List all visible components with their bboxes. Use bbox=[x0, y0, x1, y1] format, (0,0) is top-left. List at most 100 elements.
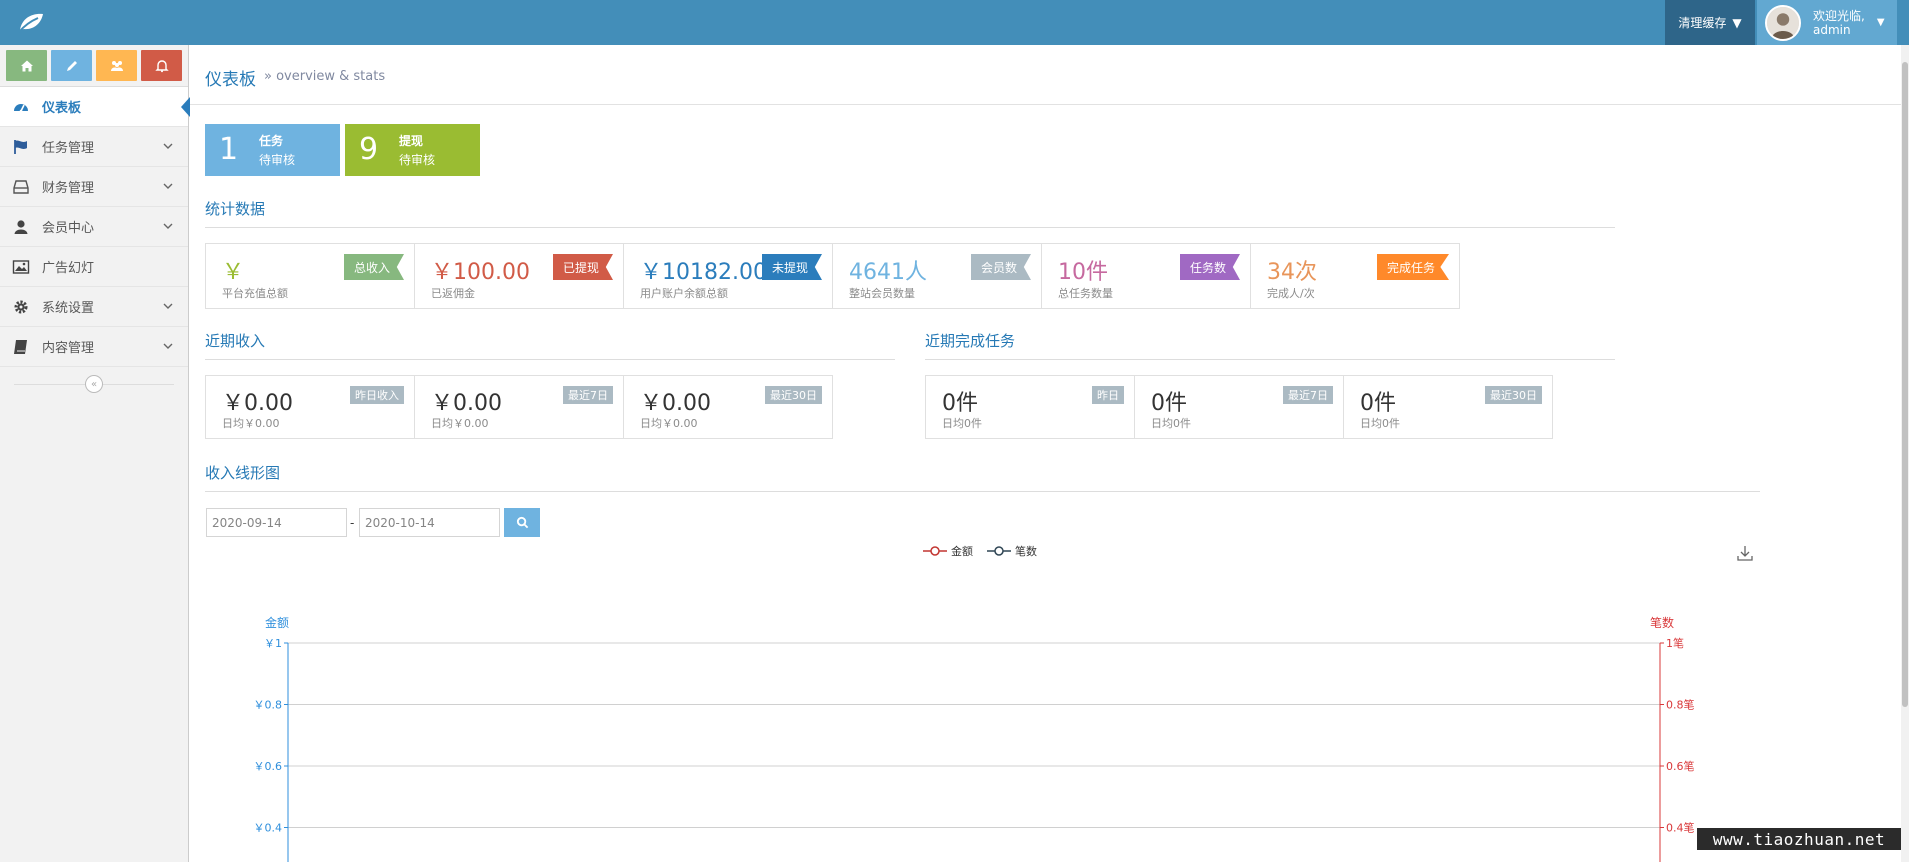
picture-icon bbox=[12, 258, 30, 276]
group-shortcut-button[interactable] bbox=[96, 50, 137, 81]
bell-icon bbox=[154, 59, 169, 72]
main-content: 仪表板 » overview & stats 1 任务 待审核 9 提现 待审核… bbox=[190, 45, 1901, 862]
home-shortcut-button[interactable] bbox=[6, 50, 47, 81]
y-axis-label-right: 笔数 bbox=[1650, 615, 1674, 630]
home-icon bbox=[20, 60, 33, 71]
sidebar-item-label: 仪表板 bbox=[42, 101, 82, 116]
stat-tag: 总收入 bbox=[343, 254, 404, 280]
income-section-title: 近期收入 bbox=[205, 330, 895, 360]
pending-label: 任务 bbox=[259, 134, 284, 148]
task-value: 0件 bbox=[1360, 391, 1396, 416]
income-caption: 日均￥0.00 bbox=[640, 417, 698, 430]
income-box-30days: ￥0.00 日均￥0.00 最近30日 bbox=[623, 375, 833, 439]
sidebar-item-dashboard[interactable]: 仪表板 bbox=[0, 87, 190, 127]
tasks-section-title: 近期完成任务 bbox=[925, 330, 1615, 360]
pending-withdraw-box[interactable]: 9 提现 待审核 bbox=[345, 124, 480, 176]
income-badge: 最近30日 bbox=[765, 386, 822, 404]
stat-box-not-withdrawn: ￥10182.00 用户账户余额总额 未提现 bbox=[623, 243, 833, 309]
clear-cache-menu[interactable]: 清理缓存 ▼ bbox=[1665, 0, 1755, 45]
stat-value: 4641人 bbox=[849, 260, 927, 285]
sidebar-item-system-settings[interactable]: 系统设置 bbox=[0, 287, 188, 327]
bell-shortcut-button[interactable] bbox=[141, 50, 182, 81]
page-subtitle: » overview & stats bbox=[264, 69, 386, 84]
income-value: ￥0.00 bbox=[431, 391, 502, 416]
sidebar-item-label: 会员中心 bbox=[42, 221, 95, 236]
leaf-icon[interactable] bbox=[16, 10, 46, 34]
vertical-scrollbar-thumb[interactable] bbox=[1902, 62, 1908, 707]
y-tick-label-left: ￥0.4 bbox=[254, 822, 283, 835]
chevron-down-icon bbox=[163, 183, 173, 189]
income-value: ￥0.00 bbox=[640, 391, 711, 416]
chevron-down-icon bbox=[163, 143, 173, 149]
stat-value: ￥100.00 bbox=[431, 260, 530, 285]
page-header: 仪表板 » overview & stats bbox=[190, 45, 1901, 105]
stat-box-members: 4641人 整站会员数量 会员数 bbox=[832, 243, 1042, 309]
pending-label: 提现 bbox=[399, 134, 424, 148]
y-tick-label-right: 0.4笔 bbox=[1666, 821, 1695, 835]
pencil-shortcut-button[interactable] bbox=[51, 50, 92, 81]
pencil-icon bbox=[66, 60, 77, 71]
user-menu[interactable]: 欢迎光临, admin ▼ bbox=[1757, 0, 1897, 45]
date-separator: - bbox=[350, 516, 355, 530]
sidebar-item-label: 财务管理 bbox=[42, 181, 95, 196]
sidebar-item-finance-management[interactable]: 财务管理 bbox=[0, 167, 188, 207]
legend-item-amount[interactable]: 金额 bbox=[923, 543, 973, 559]
stats-boxes: ￥ 平台充值总额 总收入 ￥100.00 已返佣金 已提现 ￥10182.00 … bbox=[205, 243, 1460, 309]
task-caption: 日均0件 bbox=[1151, 417, 1191, 430]
search-button[interactable] bbox=[504, 508, 540, 537]
legend-line-marker-icon bbox=[923, 546, 947, 556]
task-badge: 昨日 bbox=[1092, 386, 1124, 404]
income-caption: 日均￥0.00 bbox=[431, 417, 489, 430]
stat-tag: 任务数 bbox=[1179, 254, 1240, 280]
sidebar-collapse-row: « bbox=[0, 367, 188, 401]
sidebar-item-label: 任务管理 bbox=[42, 141, 95, 156]
task-value: 0件 bbox=[1151, 391, 1187, 416]
sidebar-item-task-management[interactable]: 任务管理 bbox=[0, 127, 188, 167]
legend-item-count[interactable]: 笔数 bbox=[987, 543, 1037, 559]
task-caption: 日均0件 bbox=[1360, 417, 1400, 430]
income-line-chart: 金额 笔数 ￥11笔￥0.80.8笔￥0.60.6笔￥0.40.4笔￥0.20.… bbox=[254, 615, 1695, 862]
sidebar: 仪表板 任务管理 财务管理 会员中心 广告幻灯 系统设置 内容管理 « bbox=[0, 45, 190, 862]
caret-down-icon: ▼ bbox=[1732, 15, 1742, 30]
pending-status: 待审核 bbox=[399, 153, 436, 167]
sidebar-item-ad-slides[interactable]: 广告幻灯 bbox=[0, 247, 188, 287]
income-box-7days: ￥0.00 日均￥0.00 最近7日 bbox=[414, 375, 624, 439]
double-angle-left-icon[interactable]: « bbox=[85, 375, 103, 393]
y-tick-label-right: 1笔 bbox=[1666, 636, 1684, 650]
stat-value: 34次 bbox=[1267, 260, 1317, 285]
task-value: 0件 bbox=[942, 391, 978, 416]
start-date-input[interactable]: 2020-09-14 bbox=[206, 508, 347, 537]
stat-value: ￥ bbox=[222, 260, 245, 285]
stat-box-completed: 34次 完成人/次 完成任务 bbox=[1250, 243, 1460, 309]
sidebar-item-member-center[interactable]: 会员中心 bbox=[0, 207, 188, 247]
task-caption: 日均0件 bbox=[942, 417, 982, 430]
pending-status: 待审核 bbox=[259, 153, 296, 167]
stat-tag: 未提现 bbox=[761, 254, 822, 280]
caret-down-icon: ▼ bbox=[1876, 17, 1885, 28]
chevron-down-icon bbox=[163, 303, 173, 309]
search-icon bbox=[516, 516, 528, 529]
end-date-input[interactable]: 2020-10-14 bbox=[359, 508, 500, 537]
stat-caption: 已返佣金 bbox=[431, 287, 475, 300]
username: admin bbox=[1813, 22, 1851, 37]
watermark: www.tiaozhuan.net bbox=[1697, 828, 1901, 850]
income-boxes: ￥0.00 日均￥0.00 昨日收入 ￥0.00 日均￥0.00 最近7日 ￥0… bbox=[205, 375, 833, 439]
y-tick-label-left: ￥1 bbox=[264, 637, 282, 650]
cog-icon bbox=[12, 298, 30, 316]
stat-box-tasks: 10件 总任务数量 任务数 bbox=[1041, 243, 1251, 309]
y-tick-label-left: ￥0.8 bbox=[254, 699, 283, 712]
chart-section-title: 收入线形图 bbox=[205, 462, 1760, 492]
stat-caption: 总任务数量 bbox=[1058, 287, 1113, 300]
avatar bbox=[1765, 4, 1801, 41]
user-icon bbox=[12, 218, 30, 236]
stat-caption: 完成人/次 bbox=[1267, 287, 1315, 300]
pending-task-box[interactable]: 1 任务 待审核 bbox=[205, 124, 340, 176]
income-caption: 日均￥0.00 bbox=[222, 417, 280, 430]
sidebar-item-label: 内容管理 bbox=[42, 341, 95, 356]
download-icon[interactable] bbox=[1736, 544, 1754, 562]
sidebar-item-content-management[interactable]: 内容管理 bbox=[0, 327, 188, 367]
task-badge: 最近7日 bbox=[1283, 386, 1333, 404]
legend-line-marker-icon bbox=[987, 546, 1011, 556]
y-tick-label-right: 0.8笔 bbox=[1666, 698, 1695, 712]
y-axis-label-left: 金额 bbox=[265, 615, 289, 630]
